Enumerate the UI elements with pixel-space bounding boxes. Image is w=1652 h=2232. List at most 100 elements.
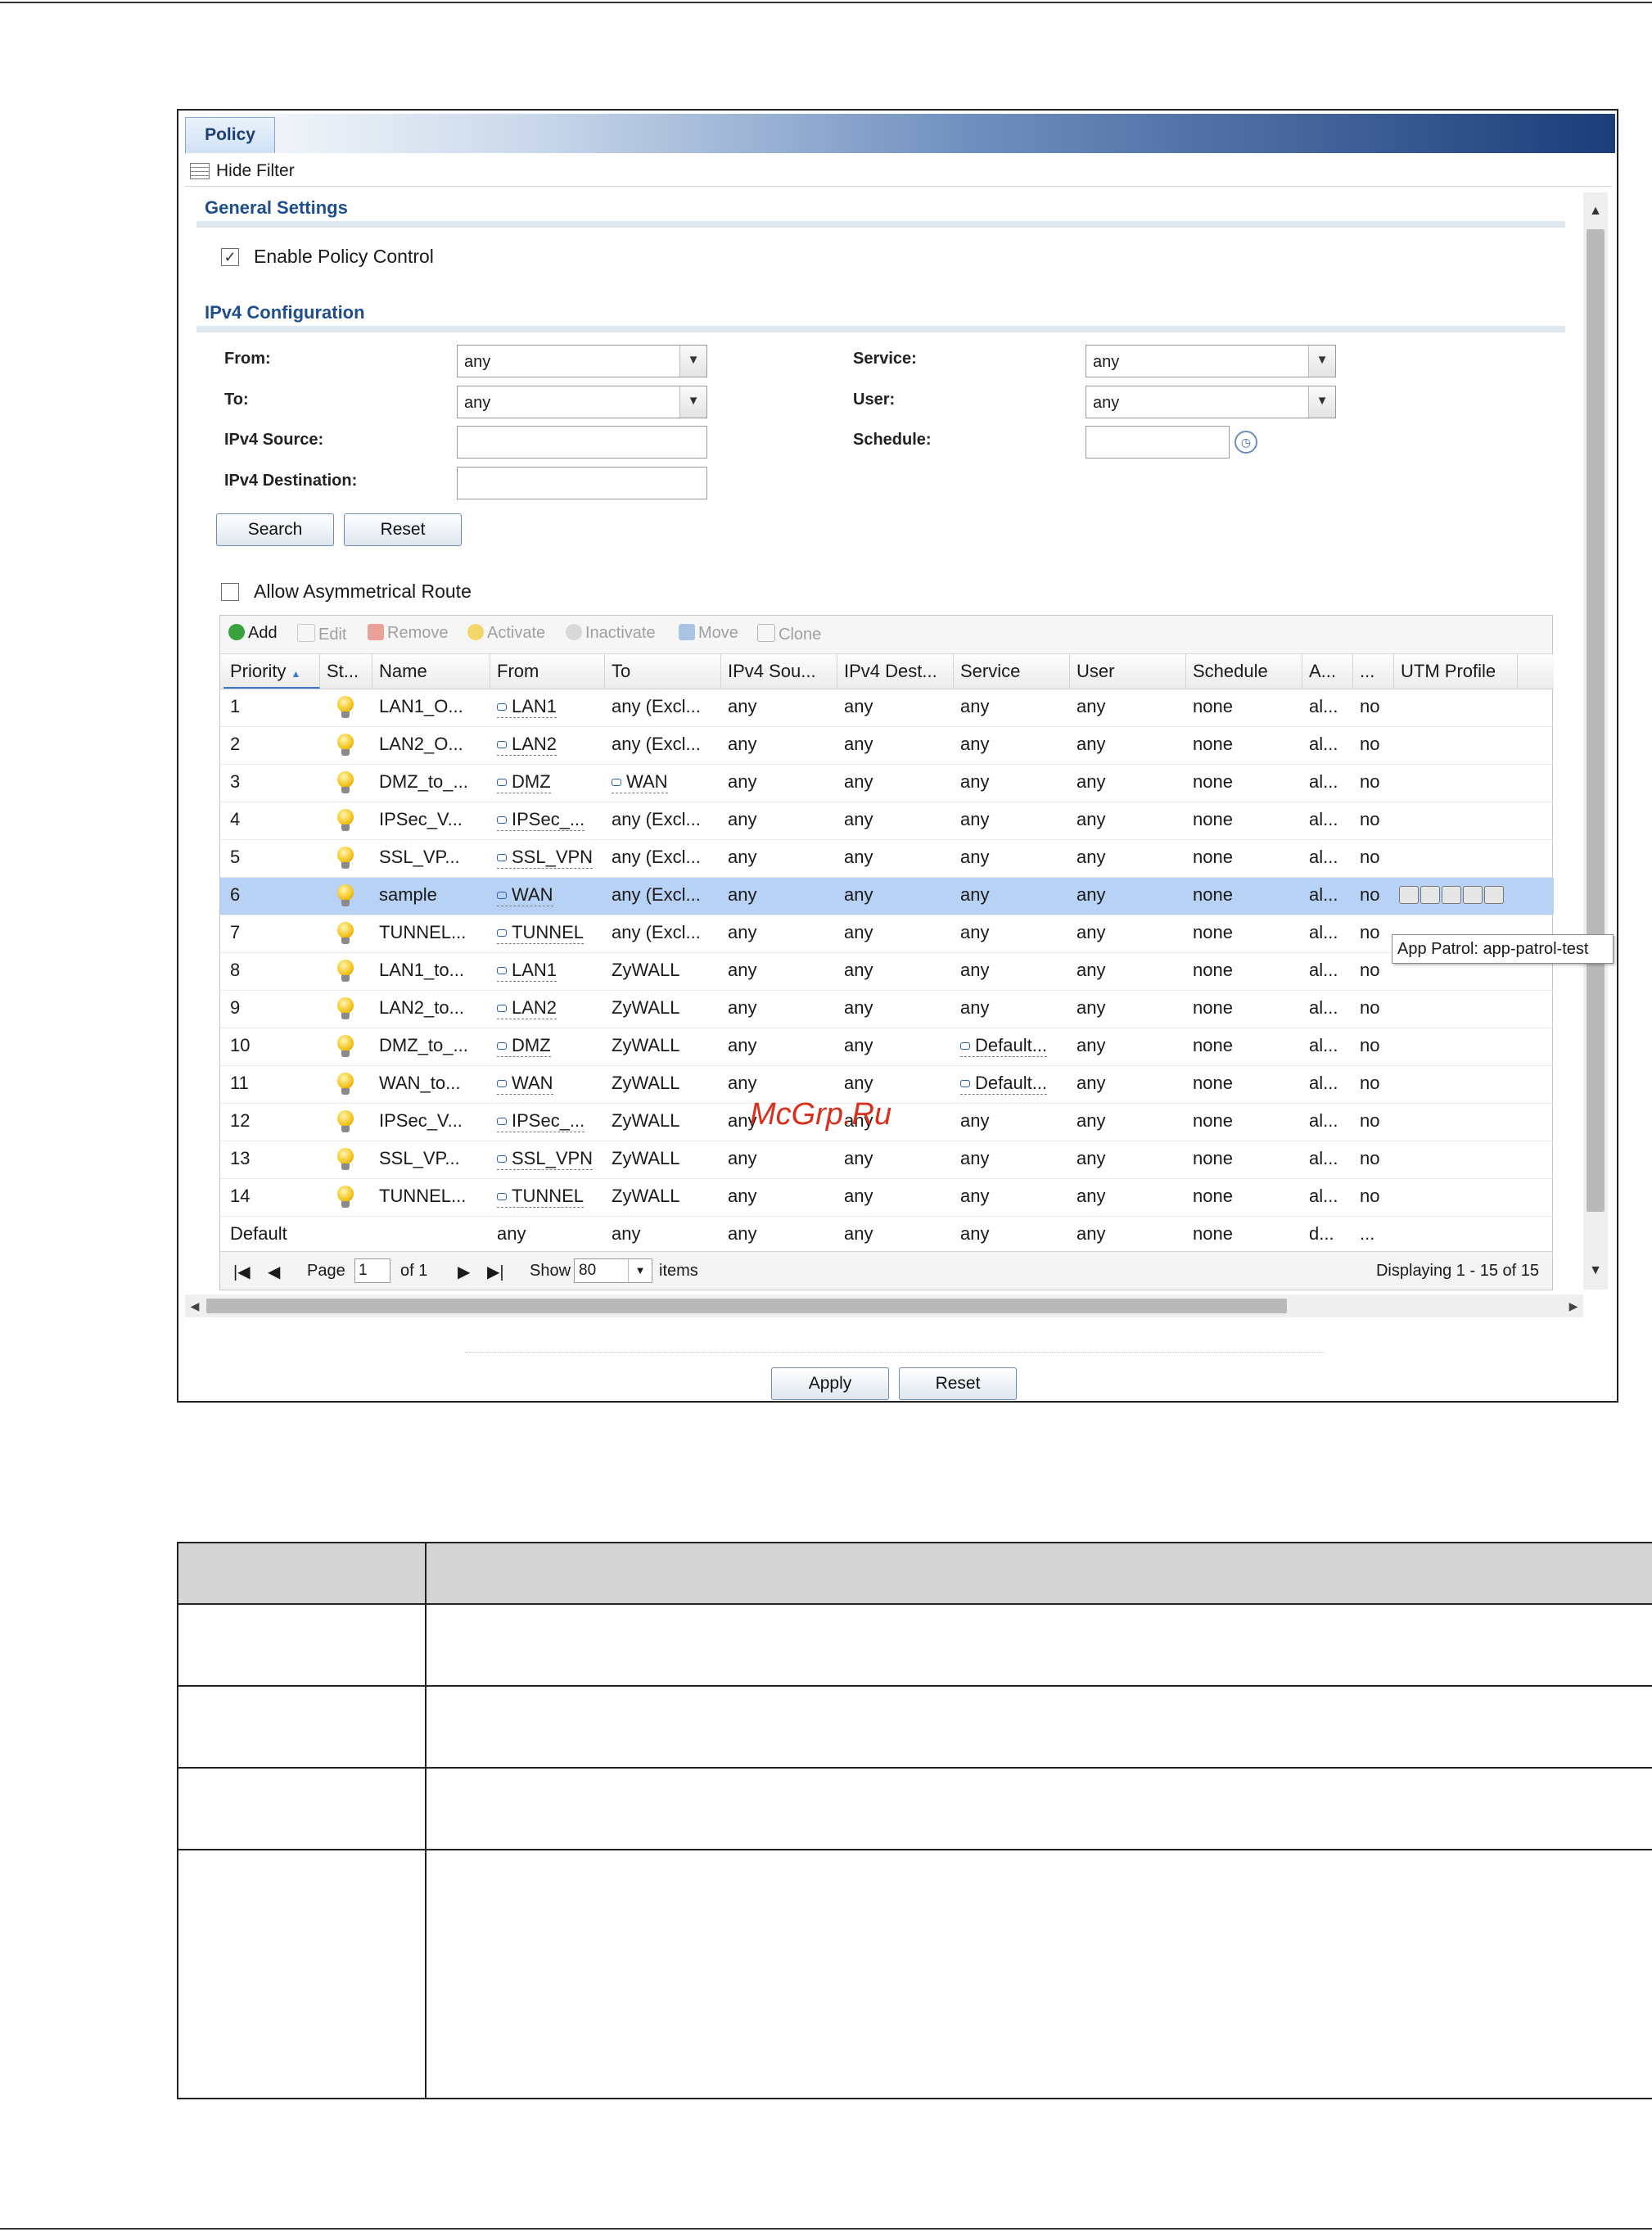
- page-input[interactable]: 1: [354, 1258, 390, 1283]
- hide-filter-icon[interactable]: [190, 163, 210, 179]
- chevron-down-icon[interactable]: ▼: [1308, 346, 1335, 377]
- chevron-down-icon[interactable]: ▼: [628, 1259, 652, 1282]
- column-header[interactable]: ...: [1353, 654, 1394, 689]
- schedule-input[interactable]: [1086, 426, 1230, 459]
- cell-text[interactable]: WAN: [626, 771, 668, 792]
- filter-reset-button[interactable]: Reset: [344, 513, 462, 546]
- ipv4-source-input[interactable]: [457, 426, 707, 459]
- scroll-right-icon[interactable]: ▶: [1564, 1294, 1583, 1317]
- object-link[interactable]: LAN2: [497, 997, 557, 1019]
- object-link[interactable]: LAN1: [497, 696, 557, 718]
- inactivate-button[interactable]: Inactivate: [566, 624, 656, 643]
- object-link[interactable]: Default...: [960, 1035, 1048, 1057]
- table-row[interactable]: 13 SSL_VP... SSL_VPN ZyWALL any any any any none…: [220, 1141, 1554, 1179]
- cell-text[interactable]: Default...: [975, 1035, 1047, 1055]
- activate-button[interactable]: Activate: [467, 624, 545, 643]
- cell-text[interactable]: SSL_VPN: [512, 1148, 593, 1168]
- cell-text[interactable]: TUNNEL: [512, 922, 584, 942]
- table-row[interactable]: 7 TUNNEL... TUNNEL any (Excl... any any any any…: [220, 915, 1554, 953]
- search-button[interactable]: Search: [216, 513, 334, 546]
- object-link[interactable]: LAN2: [497, 734, 557, 756]
- table-row[interactable]: 5 SSL_VP... SSL_VPN any (Excl... any any any an…: [220, 840, 1554, 878]
- move-button[interactable]: Move: [679, 624, 738, 643]
- object-link[interactable]: WAN: [497, 1073, 553, 1095]
- cell-text[interactable]: DMZ: [512, 1035, 551, 1055]
- column-header[interactable]: A...: [1302, 654, 1353, 689]
- column-header[interactable]: User: [1070, 654, 1186, 689]
- cell-text[interactable]: WAN: [512, 884, 553, 905]
- object-link[interactable]: TUNNEL: [497, 1186, 585, 1208]
- allow-asymmetrical-route-checkbox[interactable]: [221, 583, 239, 601]
- table-row[interactable]: 3 DMZ_to_... DMZ WAN any any any any none al... no: [220, 765, 1554, 802]
- table-row[interactable]: 6 sample WAN any (Excl... any any any any none al…: [220, 878, 1554, 915]
- object-link[interactable]: LAN1: [497, 960, 557, 982]
- table-row[interactable]: 1 LAN1_O... LAN1 any (Excl... any any any any no…: [220, 689, 1554, 727]
- cell-text[interactable]: IPSec_...: [512, 1110, 585, 1131]
- cell-text[interactable]: Default...: [975, 1073, 1047, 1093]
- table-row[interactable]: 4 IPSec_V... IPSec_... any (Excl... any any an…: [220, 802, 1554, 840]
- object-link[interactable]: DMZ: [497, 1035, 551, 1057]
- column-header[interactable]: IPv4 Dest...: [837, 654, 954, 689]
- scroll-left-icon[interactable]: ◀: [185, 1294, 205, 1317]
- column-header[interactable]: IPv4 Sou...: [721, 654, 837, 689]
- ipv4-destination-input[interactable]: [457, 467, 707, 499]
- prev-page-icon[interactable]: ◀: [268, 1262, 280, 1282]
- scroll-thumb[interactable]: [1587, 229, 1605, 1212]
- column-header[interactable]: Name: [372, 654, 490, 689]
- object-link[interactable]: Default...: [960, 1073, 1048, 1095]
- table-row[interactable]: 2 LAN2_O... LAN2 any (Excl... any any any any no…: [220, 727, 1554, 765]
- vertical-scrollbar[interactable]: ▲ ▼: [1583, 192, 1608, 1290]
- object-link[interactable]: DMZ: [497, 771, 551, 793]
- scroll-down-icon[interactable]: ▼: [1583, 1258, 1608, 1283]
- object-link[interactable]: SSL_VPN: [497, 847, 594, 869]
- table-row[interactable]: Default any any any any any any none d......: [220, 1217, 1554, 1254]
- object-link[interactable]: IPSec_...: [497, 1110, 585, 1132]
- column-header[interactable]: St...: [320, 654, 372, 689]
- table-row[interactable]: 8 LAN1_to... LAN1 ZyWALL any any any any none al.…: [220, 953, 1554, 991]
- utm-virus-icon[interactable]: [1463, 886, 1483, 904]
- user-select[interactable]: any ▼: [1086, 386, 1336, 418]
- column-header[interactable]: To: [605, 654, 721, 689]
- utm-profile-icon[interactable]: [1399, 886, 1419, 904]
- tab-policy[interactable]: Policy: [185, 117, 275, 153]
- cell-text[interactable]: LAN2: [512, 997, 557, 1018]
- scroll-thumb[interactable]: [206, 1299, 1287, 1313]
- cell-text[interactable]: WAN: [512, 1073, 553, 1093]
- object-link[interactable]: WAN: [612, 771, 668, 793]
- table-row[interactable]: 14 TUNNEL... TUNNEL ZyWALL any any any any none a…: [220, 1179, 1554, 1217]
- scroll-up-icon[interactable]: ▲: [1583, 199, 1608, 224]
- hide-filter-link[interactable]: Hide Filter: [216, 161, 295, 181]
- cell-text[interactable]: LAN2: [512, 734, 557, 754]
- service-select[interactable]: any ▼: [1086, 345, 1336, 377]
- items-per-page-select[interactable]: 80 ▼: [574, 1258, 652, 1283]
- column-header[interactable]: Service: [954, 654, 1070, 689]
- apply-button[interactable]: Apply: [771, 1367, 889, 1400]
- edit-button[interactable]: Edit: [297, 624, 346, 644]
- column-header[interactable]: Priority ▲: [223, 654, 320, 689]
- table-row[interactable]: 9 LAN2_to... LAN2 ZyWALL any any any any none al.…: [220, 991, 1554, 1028]
- object-link[interactable]: IPSec_...: [497, 809, 585, 831]
- object-link[interactable]: SSL_VPN: [497, 1148, 594, 1170]
- utm-filter-icon[interactable]: [1420, 886, 1440, 904]
- utm-shield-icon[interactable]: [1442, 886, 1461, 904]
- from-select[interactable]: any ▼: [457, 345, 707, 377]
- chevron-down-icon[interactable]: ▼: [1308, 386, 1335, 418]
- column-header[interactable]: Schedule: [1186, 654, 1302, 689]
- cell-text[interactable]: SSL_VPN: [512, 847, 593, 867]
- reset-button[interactable]: Reset: [899, 1367, 1017, 1400]
- last-page-icon[interactable]: ▶|: [487, 1262, 504, 1282]
- next-page-icon[interactable]: ▶: [458, 1262, 470, 1282]
- first-page-icon[interactable]: |◀: [233, 1262, 251, 1282]
- cell-text[interactable]: IPSec_...: [512, 809, 585, 829]
- clock-icon[interactable]: ◷: [1234, 431, 1257, 454]
- column-header[interactable]: From: [490, 654, 605, 689]
- clone-button[interactable]: Clone: [757, 624, 821, 644]
- column-header[interactable]: UTM Profile: [1394, 654, 1518, 689]
- cell-text[interactable]: LAN1: [512, 960, 557, 980]
- add-button[interactable]: Add: [228, 624, 278, 643]
- cell-text[interactable]: TUNNEL: [512, 1186, 584, 1206]
- utm-app-icon[interactable]: [1484, 886, 1504, 904]
- table-row[interactable]: 10 DMZ_to_... DMZ ZyWALL any any Default... any…: [220, 1028, 1554, 1066]
- cell-text[interactable]: DMZ: [512, 771, 551, 792]
- to-select[interactable]: any ▼: [457, 386, 707, 418]
